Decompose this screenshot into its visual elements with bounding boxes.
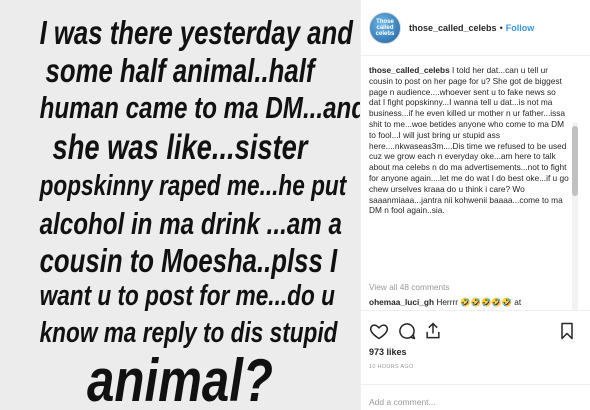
- post-text-line: I was there yesterday and: [39, 14, 353, 51]
- add-comment-bar: [361, 384, 590, 410]
- post-caption: those_called_celebs I told her dat...can…: [369, 65, 569, 216]
- comment-icon[interactable]: [397, 321, 417, 341]
- action-bar: [361, 310, 590, 350]
- view-all-comments-link[interactable]: View all 48 comments: [369, 282, 450, 292]
- comments-section: those_called_celebs I told her dat...can…: [361, 56, 590, 310]
- post-text-line: she was like...sister: [52, 128, 308, 167]
- post-text-line: want u to post for me...do u: [39, 280, 335, 312]
- comment-input[interactable]: [369, 397, 569, 407]
- avatar[interactable]: Those called celebs: [369, 11, 401, 44]
- separator-dot: •: [499, 22, 503, 33]
- post-header: Those called celebs those_called_celebs …: [361, 0, 590, 56]
- likes-count[interactable]: 973 likes: [369, 347, 407, 357]
- post-text-line: human came to ma DM...and: [39, 90, 360, 125]
- comment-item: ohemaa_luci_gh Herrrr 🤣🤣🤣🤣🤣 at: [369, 297, 569, 308]
- bookmark-icon[interactable]: [557, 321, 577, 341]
- heart-icon[interactable]: [369, 321, 389, 341]
- post-text-line: cousin to Moesha..plss I: [39, 242, 338, 279]
- post-text-line: popskinny raped me...he put: [39, 170, 347, 202]
- post-text-line: animal?: [87, 347, 273, 410]
- scrollbar-thumb[interactable]: [572, 126, 578, 196]
- post-image: I was there yesterday and some half anim…: [0, 0, 360, 410]
- post-side-panel: Those called celebs those_called_celebs …: [360, 0, 590, 410]
- username-link[interactable]: those_called_celebs: [409, 23, 497, 33]
- comment-username[interactable]: ohemaa_luci_gh: [369, 297, 434, 307]
- comment-text: Herrrr 🤣🤣🤣🤣🤣 at: [436, 297, 522, 307]
- comments-scrollbar[interactable]: [572, 122, 578, 310]
- follow-button[interactable]: Follow: [506, 23, 535, 33]
- caption-username[interactable]: those_called_celebs: [369, 65, 450, 75]
- share-icon[interactable]: [423, 321, 443, 341]
- post-text-line: alcohol in ma drink ...am a: [39, 206, 342, 241]
- post-text-line: some half animal..half: [45, 52, 315, 89]
- avatar-text: Those called celebs: [375, 18, 395, 37]
- post-timestamp[interactable]: 10 HOURS AGO: [369, 364, 414, 370]
- caption-text: I told her dat...can u tell ur cousin to…: [369, 65, 569, 216]
